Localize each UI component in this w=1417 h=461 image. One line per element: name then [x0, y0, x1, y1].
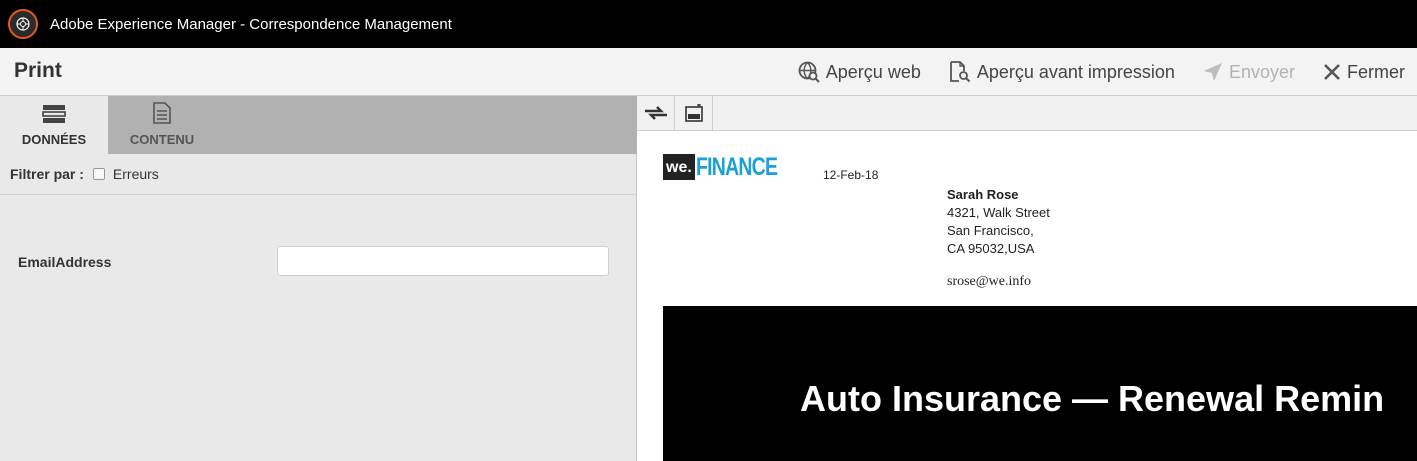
brand-prefix: we.	[663, 154, 695, 180]
globe-search-icon	[798, 61, 820, 83]
address-line-1: 4321, Walk Street	[947, 205, 1050, 220]
data-icon	[42, 105, 66, 123]
app-header: Adobe Experience Manager - Correspondenc…	[0, 0, 1417, 48]
address-line-2: San Francisco,	[947, 223, 1034, 238]
preview-toolbar	[637, 96, 1417, 131]
email-address-label: EmailAddress	[18, 254, 112, 270]
tab-donnees[interactable]: DONNÉES	[0, 96, 108, 154]
tab-contenu[interactable]: CONTENU	[108, 96, 216, 154]
panel-toggle-icon	[684, 104, 703, 122]
tab-donnees-label: DONNÉES	[21, 132, 87, 147]
expand-preview-button[interactable]	[637, 96, 675, 130]
send-label: Envoyer	[1228, 61, 1295, 82]
letter-date: 12-Feb-18	[823, 168, 879, 182]
recipient-name: Sarah Rose	[947, 187, 1019, 202]
send-icon	[1203, 63, 1222, 81]
email-address-input[interactable]	[277, 246, 609, 276]
expand-horizontal-icon	[644, 106, 667, 120]
action-bar: Print Aperçu web Aperçu avant impression	[0, 48, 1417, 96]
close-button[interactable]: Fermer	[1323, 62, 1405, 83]
data-panel: DONNÉES CONTENU Filtrer par : Erreurs Em…	[0, 96, 637, 461]
recipient-email: srose@we.info	[947, 274, 1032, 289]
send-button[interactable]: Envoyer	[1203, 62, 1295, 83]
close-label: Fermer	[1347, 61, 1405, 82]
brand-name: FINANCE	[695, 153, 778, 181]
print-preview-label: Aperçu avant impression	[976, 61, 1175, 82]
filter-row: Filtrer par : Erreurs	[0, 154, 636, 195]
recipient-address: Sarah Rose 4321, Walk Street San Francis…	[947, 186, 1050, 258]
errors-checkbox[interactable]	[92, 168, 105, 180]
letter-banner: Auto Insurance — Renewal Remin	[663, 306, 1417, 461]
panel-tabs: DONNÉES CONTENU	[0, 96, 637, 154]
app-title: Adobe Experience Manager - Correspondenc…	[50, 15, 452, 33]
preview-panel: we. FINANCE 12-Feb-18 Sarah Rose 4321, W…	[637, 96, 1417, 461]
letter-preview: we. FINANCE 12-Feb-18 Sarah Rose 4321, W…	[637, 131, 1417, 461]
errors-checkbox-label[interactable]: Erreurs	[113, 166, 159, 182]
web-preview-label: Aperçu web	[825, 61, 921, 82]
filter-label: Filtrer par :	[10, 166, 84, 182]
close-icon	[1324, 64, 1340, 80]
banner-title: Auto Insurance — Renewal Remin	[800, 378, 1385, 419]
document-search-icon	[949, 61, 971, 83]
page-title: Print	[14, 59, 62, 82]
tab-contenu-label: CONTENU	[129, 132, 195, 147]
web-preview-button[interactable]: Aperçu web	[798, 61, 921, 83]
wefinance-logo: we. FINANCE	[663, 154, 800, 180]
print-preview-button[interactable]: Aperçu avant impression	[949, 61, 1175, 83]
aem-logo-icon[interactable]	[8, 9, 38, 39]
panel-toggle-button[interactable]	[675, 96, 713, 130]
content-icon	[153, 102, 171, 124]
address-line-3: CA 95032,USA	[947, 241, 1035, 256]
header-actions: Aperçu web Aperçu avant impression Envoy…	[770, 48, 1405, 96]
